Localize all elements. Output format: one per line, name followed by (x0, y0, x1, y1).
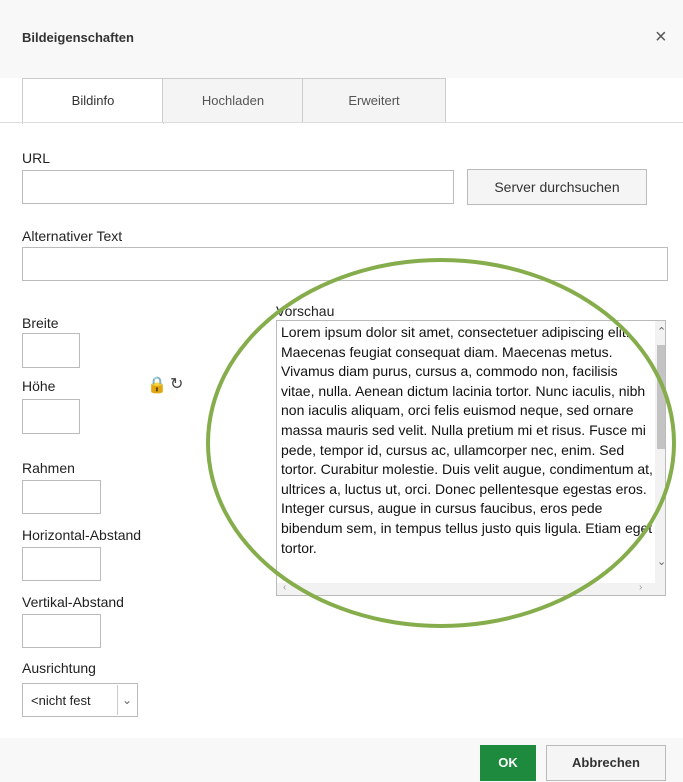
reset-icon[interactable]: ↻ (170, 374, 183, 394)
width-label: Breite (22, 315, 59, 331)
scroll-down-icon[interactable]: ⌄ (657, 555, 665, 568)
hspace-label: Horizontal-Abstand (22, 527, 142, 543)
scroll-left-icon[interactable]: ‹ (283, 582, 286, 593)
highlight-circle (206, 258, 676, 628)
tab-divider (0, 122, 683, 123)
height-label: Höhe (22, 378, 56, 394)
cancel-button[interactable]: Abbrechen (546, 745, 666, 781)
border-input[interactable] (22, 480, 101, 514)
close-icon[interactable]: × (655, 26, 667, 49)
dialog-title: Bildeigenschaften (22, 30, 134, 45)
alt-text-label: Alternativer Text (22, 228, 123, 244)
hspace-input[interactable] (22, 547, 101, 581)
align-select-value: <nicht fest (31, 693, 91, 708)
align-select[interactable]: <nicht fest ⌄ (22, 683, 138, 717)
url-input[interactable] (22, 170, 454, 204)
height-input[interactable] (22, 399, 80, 434)
ok-button[interactable]: OK (480, 745, 536, 781)
tab-hochladen[interactable]: Hochladen (162, 78, 304, 123)
lock-icon[interactable]: 🔒 (147, 375, 167, 395)
server-browse-button[interactable]: Server durchsuchen (467, 169, 647, 205)
tab-bildinfo[interactable]: Bildinfo (22, 78, 164, 124)
scroll-right-icon[interactable]: › (639, 582, 642, 593)
width-input[interactable] (22, 333, 80, 368)
chevron-down-icon[interactable]: ⌄ (117, 685, 136, 715)
scroll-up-icon[interactable]: ⌃ (657, 325, 665, 338)
vspace-input[interactable] (22, 614, 101, 648)
tab-erweitert[interactable]: Erweitert (302, 78, 446, 123)
url-label: URL (22, 150, 51, 166)
border-label: Rahmen (22, 460, 75, 476)
align-label: Ausrichtung (22, 660, 96, 676)
vspace-label: Vertikal-Abstand (22, 594, 124, 610)
